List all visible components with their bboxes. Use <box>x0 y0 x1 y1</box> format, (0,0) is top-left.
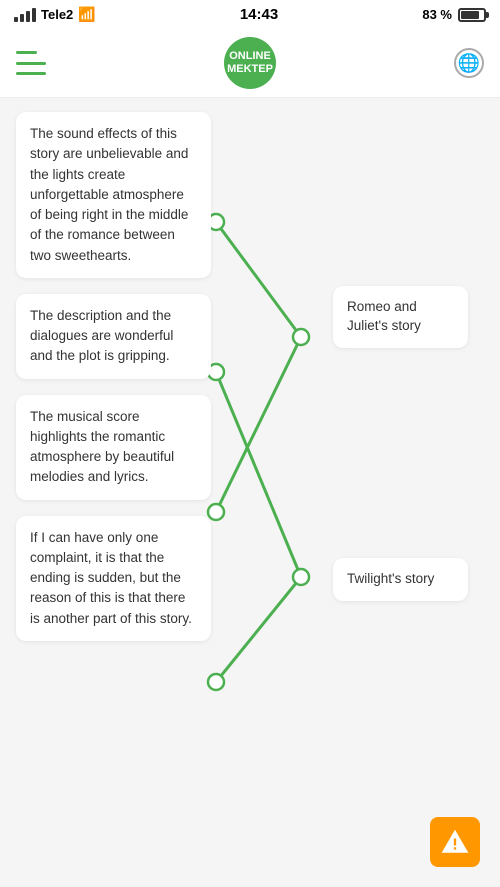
warning-icon <box>441 828 469 856</box>
battery-percentage: 83 % <box>422 7 452 22</box>
label-twilight[interactable]: Twilight's story <box>333 558 468 601</box>
wifi-icon: 📶 <box>78 6 95 23</box>
labels-right: Romeo and Juliet's story Twilight's stor… <box>333 126 468 601</box>
exercise-area: The sound effects of this story are unbe… <box>16 112 484 832</box>
battery-icon <box>458 8 486 22</box>
carrier-name: Tele2 <box>41 7 73 22</box>
signal-bars <box>14 8 36 22</box>
time-display: 14:43 <box>240 6 278 23</box>
card-3[interactable]: The musical score highlights the romanti… <box>16 395 211 500</box>
label-romeo[interactable]: Romeo and Juliet's story <box>333 286 468 348</box>
status-left: Tele2 📶 <box>14 6 96 23</box>
header: ONLINE MEKTEP 🌐 <box>0 29 500 98</box>
status-right: 83 % <box>422 7 486 22</box>
language-button[interactable]: 🌐 <box>454 48 484 78</box>
card-1[interactable]: The sound effects of this story are unbe… <box>16 112 211 278</box>
logo: ONLINE MEKTEP <box>224 37 276 89</box>
card-4[interactable]: If I can have only one complaint, it is … <box>16 516 211 641</box>
menu-button[interactable] <box>16 51 46 75</box>
main-content: The sound effects of this story are unbe… <box>0 98 500 846</box>
warning-button[interactable] <box>430 817 480 867</box>
logo-line1: ONLINE <box>229 50 271 63</box>
status-bar: Tele2 📶 14:43 83 % <box>0 0 500 29</box>
card-2[interactable]: The description and the dialogues are wo… <box>16 294 211 379</box>
logo-line2: MEKTEP <box>227 63 273 76</box>
